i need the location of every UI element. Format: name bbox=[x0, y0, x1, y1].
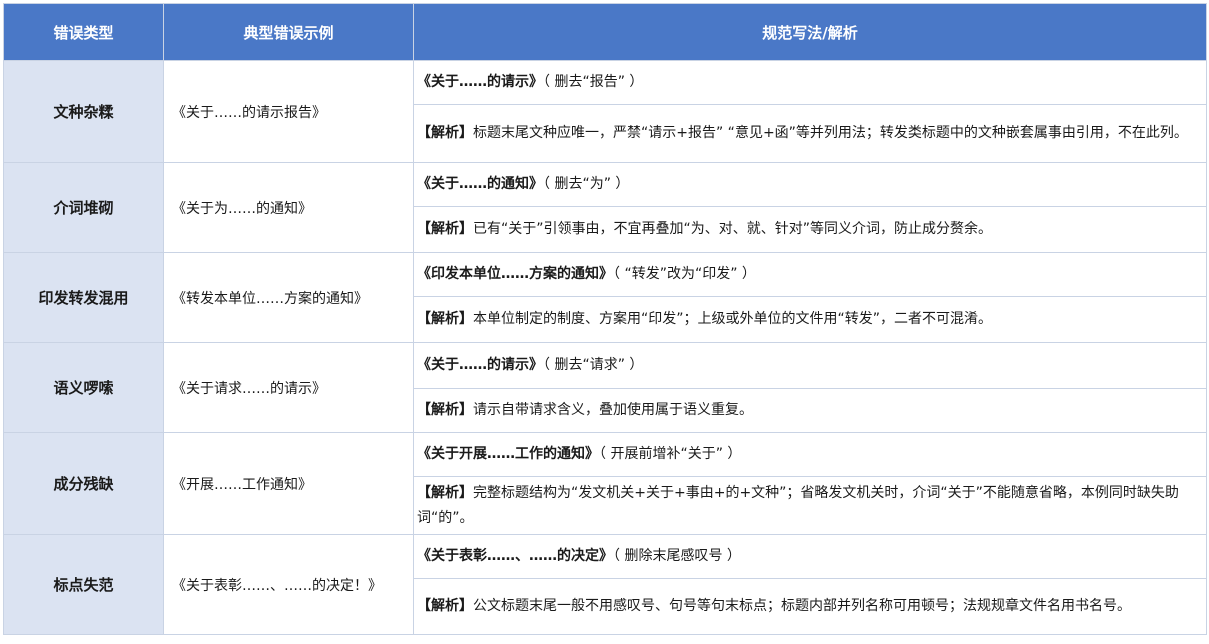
table-row: 语义啰嗦 《关于请求……的请示》 《关于……的请示》（ 删去“请求” ） bbox=[3, 342, 1207, 433]
error-example-cell: 《关于请求……的请示》 bbox=[163, 342, 414, 433]
fix-title-cell: 《关于表彰……、……的决定》（ 删除末尾感叹号 ） bbox=[413, 534, 1207, 579]
analysis-cell: 【解析】已有“关于”引领事由，不宜再叠加“为、对、就、针对”等同义介词，防止成分… bbox=[413, 206, 1207, 253]
analysis-cell: 【解析】公文标题末尾一般不用感叹号、句号等句末标点；标题内部并列名称可用顿号；法… bbox=[413, 578, 1207, 635]
error-example-cell: 《转发本单位……方案的通知》 bbox=[163, 252, 414, 343]
fix-note: （ 删去“报告” ） bbox=[543, 74, 644, 90]
error-type-cell: 介词堆砌 bbox=[3, 162, 164, 253]
analysis-label: 【解析】 bbox=[417, 598, 473, 614]
error-example-cell: 《开展……工作通知》 bbox=[163, 432, 414, 535]
analysis-cell: 【解析】本单位制定的制度、方案用“印发”；上级或外单位的文件用“转发”，二者不可… bbox=[413, 296, 1207, 343]
analysis-text: 完整标题结构为“发文机关+关于+事由+的+文种”；省略发文机关时，介词“关于”不… bbox=[417, 484, 1179, 526]
analysis-text: 已有“关于”引领事由，不宜再叠加“为、对、就、针对”等同义介词，防止成分赘余。 bbox=[473, 221, 993, 237]
analysis-cell: 【解析】完整标题结构为“发文机关+关于+事由+的+文种”；省略发文机关时，介词“… bbox=[413, 476, 1207, 535]
analysis-label: 【解析】 bbox=[417, 484, 473, 501]
fix-note: （ 删去“为” ） bbox=[543, 176, 630, 192]
error-example-cell: 《关于……的请示报告》 bbox=[163, 60, 414, 163]
fix-note: （ 删除末尾感叹号 ） bbox=[613, 548, 741, 564]
fix-title-cell: 《关于开展……工作的通知》（ 开展前增补“关于” ） bbox=[413, 432, 1207, 477]
error-example-cell: 《关于为……的通知》 bbox=[163, 162, 414, 253]
table-row: 介词堆砌 《关于为……的通知》 《关于……的通知》（ 删去“为” ） bbox=[3, 162, 1207, 253]
analysis-label: 【解析】 bbox=[417, 311, 473, 327]
table-row: 印发转发混用 《转发本单位……方案的通知》 《印发本单位……方案的通知》（ “转… bbox=[3, 252, 1207, 343]
fix-title: 《印发本单位……方案的通知》 bbox=[417, 266, 613, 282]
fix-title-cell: 《印发本单位……方案的通知》（ “转发”改为“印发” ） bbox=[413, 252, 1207, 297]
fix-title: 《关于……的通知》 bbox=[417, 176, 543, 192]
fix-note: （ 删去“请求” ） bbox=[543, 357, 644, 373]
error-table: 错误类型 典型错误示例 规范写法/解析 文种杂糅 《关于……的请示报告》 《关于… bbox=[3, 3, 1207, 635]
error-type-cell: 成分残缺 bbox=[3, 432, 164, 535]
analysis-text: 本单位制定的制度、方案用“印发”；上级或外单位的文件用“转发”，二者不可混淆。 bbox=[473, 311, 993, 327]
analysis-text: 标题末尾文种应唯一，严禁“请示+报告” “意见+函”等并列用法；转发类标题中的文… bbox=[473, 125, 1188, 141]
error-type-cell: 标点失范 bbox=[3, 534, 164, 635]
fix-note: （ 开展前增补“关于” ） bbox=[599, 446, 742, 462]
analysis-text: 公文标题末尾一般不用感叹号、句号等句末标点；标题内部并列名称可用顿号；法规规章文… bbox=[473, 598, 1131, 614]
analysis-label: 【解析】 bbox=[417, 221, 473, 237]
fix-title: 《关于表彰……、……的决定》 bbox=[417, 548, 613, 564]
table-row: 文种杂糅 《关于……的请示报告》 《关于……的请示》（ 删去“报告” ） bbox=[3, 60, 1207, 163]
header-fix: 规范写法/解析 bbox=[413, 3, 1207, 61]
fix-title-cell: 《关于……的请示》（ 删去“报告” ） bbox=[413, 60, 1207, 105]
header-row: 错误类型 典型错误示例 规范写法/解析 bbox=[3, 3, 1207, 61]
analysis-label: 【解析】 bbox=[417, 402, 473, 418]
table-row: 成分残缺 《开展……工作通知》 《关于开展……工作的通知》（ 开展前增补“关于”… bbox=[3, 432, 1207, 535]
header-example: 典型错误示例 bbox=[163, 3, 414, 61]
analysis-text: 请示自带请求含义，叠加使用属于语义重复。 bbox=[473, 402, 753, 418]
fix-title-cell: 《关于……的通知》（ 删去“为” ） bbox=[413, 162, 1207, 207]
analysis-cell: 【解析】请示自带请求含义，叠加使用属于语义重复。 bbox=[413, 388, 1207, 433]
fix-title: 《关于……的请示》 bbox=[417, 357, 543, 373]
fix-title: 《关于开展……工作的通知》 bbox=[417, 446, 599, 462]
error-example-cell: 《关于表彰……、……的决定！》 bbox=[163, 534, 414, 635]
fix-title-cell: 《关于……的请示》（ 删去“请求” ） bbox=[413, 342, 1207, 389]
fix-note: （ “转发”改为“印发” ） bbox=[613, 266, 756, 282]
error-type-cell: 语义啰嗦 bbox=[3, 342, 164, 433]
fix-title: 《关于……的请示》 bbox=[417, 74, 543, 90]
error-type-cell: 文种杂糅 bbox=[3, 60, 164, 163]
header-type: 错误类型 bbox=[3, 3, 164, 61]
analysis-label: 【解析】 bbox=[417, 125, 473, 141]
error-type-cell: 印发转发混用 bbox=[3, 252, 164, 343]
table-row: 标点失范 《关于表彰……、……的决定！》 《关于表彰……、……的决定》（ 删除末… bbox=[3, 534, 1207, 635]
analysis-cell: 【解析】标题末尾文种应唯一，严禁“请示+报告” “意见+函”等并列用法；转发类标… bbox=[413, 104, 1207, 163]
